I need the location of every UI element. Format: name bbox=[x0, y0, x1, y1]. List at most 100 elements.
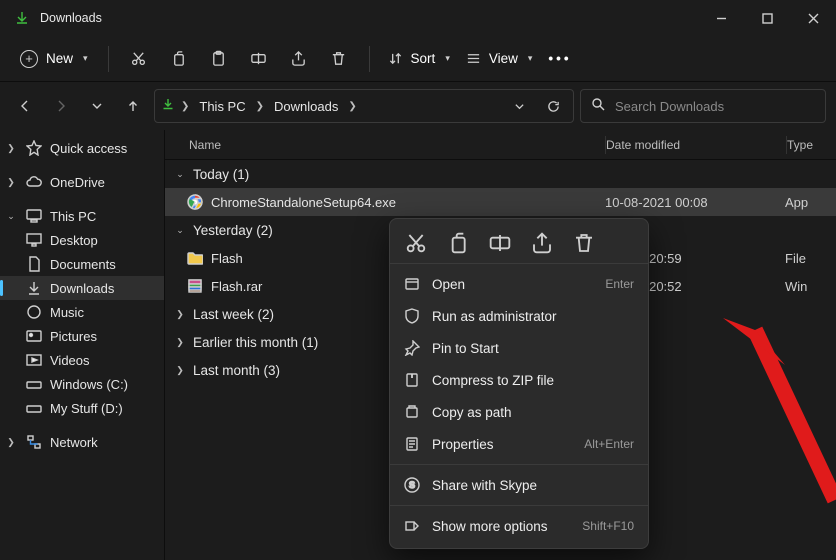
shield-icon bbox=[404, 308, 420, 324]
sidebar-label: Music bbox=[50, 305, 84, 320]
recent-button[interactable] bbox=[82, 91, 112, 121]
window-title: Downloads bbox=[40, 11, 698, 25]
up-button[interactable] bbox=[118, 91, 148, 121]
chevron-down-icon: ⌄ bbox=[4, 211, 18, 222]
breadcrumb[interactable]: This PC bbox=[195, 97, 249, 116]
videos-icon bbox=[26, 352, 42, 368]
separator bbox=[108, 46, 109, 72]
separator bbox=[390, 464, 648, 465]
rename-button[interactable] bbox=[239, 39, 279, 79]
file-name: Flash.rar bbox=[211, 279, 262, 294]
share-button[interactable] bbox=[530, 231, 554, 255]
sidebar-item-this-pc[interactable]: ⌄ This PC bbox=[0, 204, 164, 228]
context-item-open[interactable]: OpenEnter bbox=[390, 268, 648, 300]
context-item-copypath[interactable]: Copy as path bbox=[390, 396, 648, 428]
delete-button[interactable] bbox=[572, 231, 596, 255]
rar-icon bbox=[187, 278, 203, 294]
sidebar-item-drive-c[interactable]: Windows (C:) bbox=[0, 372, 164, 396]
chevron-down-icon: ▾ bbox=[528, 53, 533, 64]
sidebar-item-network[interactable]: ❯ Network bbox=[0, 430, 164, 454]
more-icon: ••• bbox=[548, 51, 571, 66]
window-controls bbox=[698, 0, 836, 36]
sort-label: Sort bbox=[411, 51, 436, 66]
sidebar-item-drive-d[interactable]: My Stuff (D:) bbox=[0, 396, 164, 420]
context-item-zip[interactable]: Compress to ZIP file bbox=[390, 364, 648, 396]
context-item-label: Pin to Start bbox=[432, 341, 499, 356]
copy-button[interactable] bbox=[159, 39, 199, 79]
music-icon bbox=[26, 304, 42, 320]
downloads-app-icon bbox=[14, 10, 30, 26]
group-label: Today (1) bbox=[193, 167, 249, 182]
file-row[interactable]: ChromeStandaloneSetup64.exe10-08-2021 00… bbox=[165, 188, 836, 216]
sidebar-item-quick-access[interactable]: ❯ Quick access bbox=[0, 136, 164, 160]
sort-button[interactable]: Sort ▾ bbox=[380, 47, 458, 70]
paste-button[interactable] bbox=[199, 39, 239, 79]
refresh-button[interactable] bbox=[539, 92, 567, 120]
sidebar-item-pictures[interactable]: Pictures bbox=[0, 324, 164, 348]
chevron-right-icon: ❯ bbox=[348, 101, 356, 112]
context-item-label: Share with Skype bbox=[432, 478, 537, 493]
file-type: App bbox=[785, 195, 836, 210]
column-header-modified[interactable]: Date modified bbox=[606, 138, 786, 152]
sidebar-label: My Stuff (D:) bbox=[50, 401, 123, 416]
column-header-type[interactable]: Type bbox=[787, 138, 836, 152]
sidebar: ❯ Quick access ❯ OneDrive ⌄ This PC bbox=[0, 130, 164, 560]
context-item-shortcut: Enter bbox=[605, 277, 634, 291]
share-button[interactable] bbox=[279, 39, 319, 79]
context-item-shortcut: Alt+Enter bbox=[584, 437, 634, 451]
network-icon bbox=[26, 434, 42, 450]
column-header-name[interactable]: Name bbox=[165, 138, 605, 152]
chevron-icon: ⌄ bbox=[173, 225, 187, 236]
copy-button[interactable] bbox=[446, 231, 470, 255]
sidebar-item-videos[interactable]: Videos bbox=[0, 348, 164, 372]
forward-button[interactable] bbox=[46, 91, 76, 121]
sidebar-label: Windows (C:) bbox=[50, 377, 128, 392]
sidebar-item-downloads[interactable]: Downloads bbox=[0, 276, 164, 300]
desktop-icon bbox=[26, 232, 42, 248]
address-dropdown-button[interactable] bbox=[505, 92, 533, 120]
search-input[interactable] bbox=[615, 99, 815, 114]
sidebar-label: This PC bbox=[50, 209, 96, 224]
context-item-label: Properties bbox=[432, 437, 494, 452]
maximize-button[interactable] bbox=[744, 0, 790, 36]
breadcrumb[interactable]: Downloads bbox=[270, 97, 342, 116]
cut-button[interactable] bbox=[119, 39, 159, 79]
new-button[interactable]: New ▾ bbox=[10, 46, 98, 72]
back-button[interactable] bbox=[10, 91, 40, 121]
sidebar-label: Network bbox=[50, 435, 98, 450]
chevron-right-icon: ❯ bbox=[181, 101, 189, 112]
delete-button[interactable] bbox=[319, 39, 359, 79]
sidebar-item-documents[interactable]: Documents bbox=[0, 252, 164, 276]
more-button[interactable]: ••• bbox=[540, 47, 579, 70]
props-icon bbox=[404, 436, 420, 452]
context-item-pin[interactable]: Pin to Start bbox=[390, 332, 648, 364]
sidebar-item-music[interactable]: Music bbox=[0, 300, 164, 324]
chevron-icon: ❯ bbox=[173, 309, 187, 320]
body: ❯ Quick access ❯ OneDrive ⌄ This PC bbox=[0, 130, 836, 560]
chevron-down-icon: ▾ bbox=[83, 53, 88, 64]
file-name: ChromeStandaloneSetup64.exe bbox=[211, 195, 396, 210]
sidebar-label: Documents bbox=[50, 257, 116, 272]
search-box[interactable] bbox=[580, 89, 826, 123]
pictures-icon bbox=[26, 328, 42, 344]
group-header[interactable]: ⌄Today (1) bbox=[165, 160, 836, 188]
search-icon bbox=[591, 97, 605, 116]
sidebar-label: Downloads bbox=[50, 281, 114, 296]
chevron-right-icon: ❯ bbox=[4, 143, 18, 154]
sidebar-item-onedrive[interactable]: ❯ OneDrive bbox=[0, 170, 164, 194]
context-item-props[interactable]: Properties Alt+Enter bbox=[390, 428, 648, 460]
sidebar-item-desktop[interactable]: Desktop bbox=[0, 228, 164, 252]
cut-button[interactable] bbox=[404, 231, 428, 255]
address-bar[interactable]: ❯ This PC ❯ Downloads ❯ bbox=[154, 89, 574, 123]
chevron-icon: ❯ bbox=[173, 365, 187, 376]
minimize-button[interactable] bbox=[698, 0, 744, 36]
rename-button[interactable] bbox=[488, 231, 512, 255]
file-type: Win bbox=[785, 279, 836, 294]
view-button[interactable]: View ▾ bbox=[458, 47, 541, 70]
group-label: Last week (2) bbox=[193, 307, 274, 322]
close-button[interactable] bbox=[790, 0, 836, 36]
sidebar-label: Pictures bbox=[50, 329, 97, 344]
context-item-skype[interactable]: S Share with Skype bbox=[390, 469, 648, 501]
context-item-more[interactable]: Show more options Shift+F10 bbox=[390, 510, 648, 542]
context-item-shield[interactable]: Run as administrator bbox=[390, 300, 648, 332]
